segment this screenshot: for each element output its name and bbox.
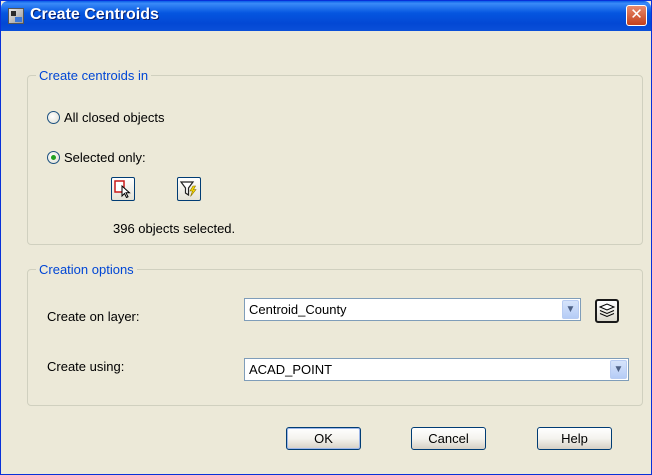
select-objects-icon: [114, 180, 131, 199]
ok-button[interactable]: OK: [286, 427, 361, 450]
create-using-dropdown[interactable]: ACAD_POINT ▼: [244, 358, 629, 381]
dialog-title: Create Centroids: [30, 6, 159, 23]
help-button[interactable]: Help: [537, 427, 612, 450]
layer-dropdown-value: Centroid_County: [249, 302, 347, 317]
create-on-layer-label: Create on layer:: [47, 309, 140, 324]
create-centroids-dialog: Create Centroids ✕ Create centroids in A…: [0, 0, 652, 475]
create-using-dropdown-value: ACAD_POINT: [249, 362, 333, 377]
title-bar[interactable]: Create Centroids ✕: [1, 1, 651, 31]
chevron-down-icon[interactable]: ▼: [562, 300, 579, 319]
radio-label: All closed objects: [64, 110, 165, 125]
group-legend-create-in: Create centroids in: [36, 68, 152, 83]
radio-circle[interactable]: [47, 111, 60, 124]
select-objects-button[interactable]: [111, 177, 135, 201]
layer-dropdown[interactable]: Centroid_County ▼: [244, 298, 581, 321]
layer-manager-icon: [598, 303, 616, 318]
create-centroids-in-group: Create centroids in All closed objects S…: [27, 68, 643, 245]
quick-select-filter-button[interactable]: [177, 177, 201, 201]
radio-selected-only[interactable]: Selected only:: [47, 150, 146, 165]
create-using-label: Create using:: [47, 359, 125, 374]
selection-status: 396 objects selected.: [113, 221, 236, 236]
creation-options-group: Creation options Create on layer: Centro…: [27, 262, 643, 406]
cancel-button[interactable]: Cancel: [411, 427, 486, 450]
quick-select-filter-icon: [179, 181, 197, 197]
radio-circle-checked[interactable]: [47, 151, 60, 164]
map-app-icon: [8, 8, 24, 24]
chevron-down-icon[interactable]: ▼: [610, 360, 627, 379]
group-legend-creation-options: Creation options: [36, 262, 137, 277]
close-button[interactable]: ✕: [626, 5, 647, 26]
radio-all-closed-objects[interactable]: All closed objects: [47, 110, 164, 125]
layer-manager-button[interactable]: [595, 299, 619, 323]
radio-label: Selected only:: [64, 150, 146, 165]
